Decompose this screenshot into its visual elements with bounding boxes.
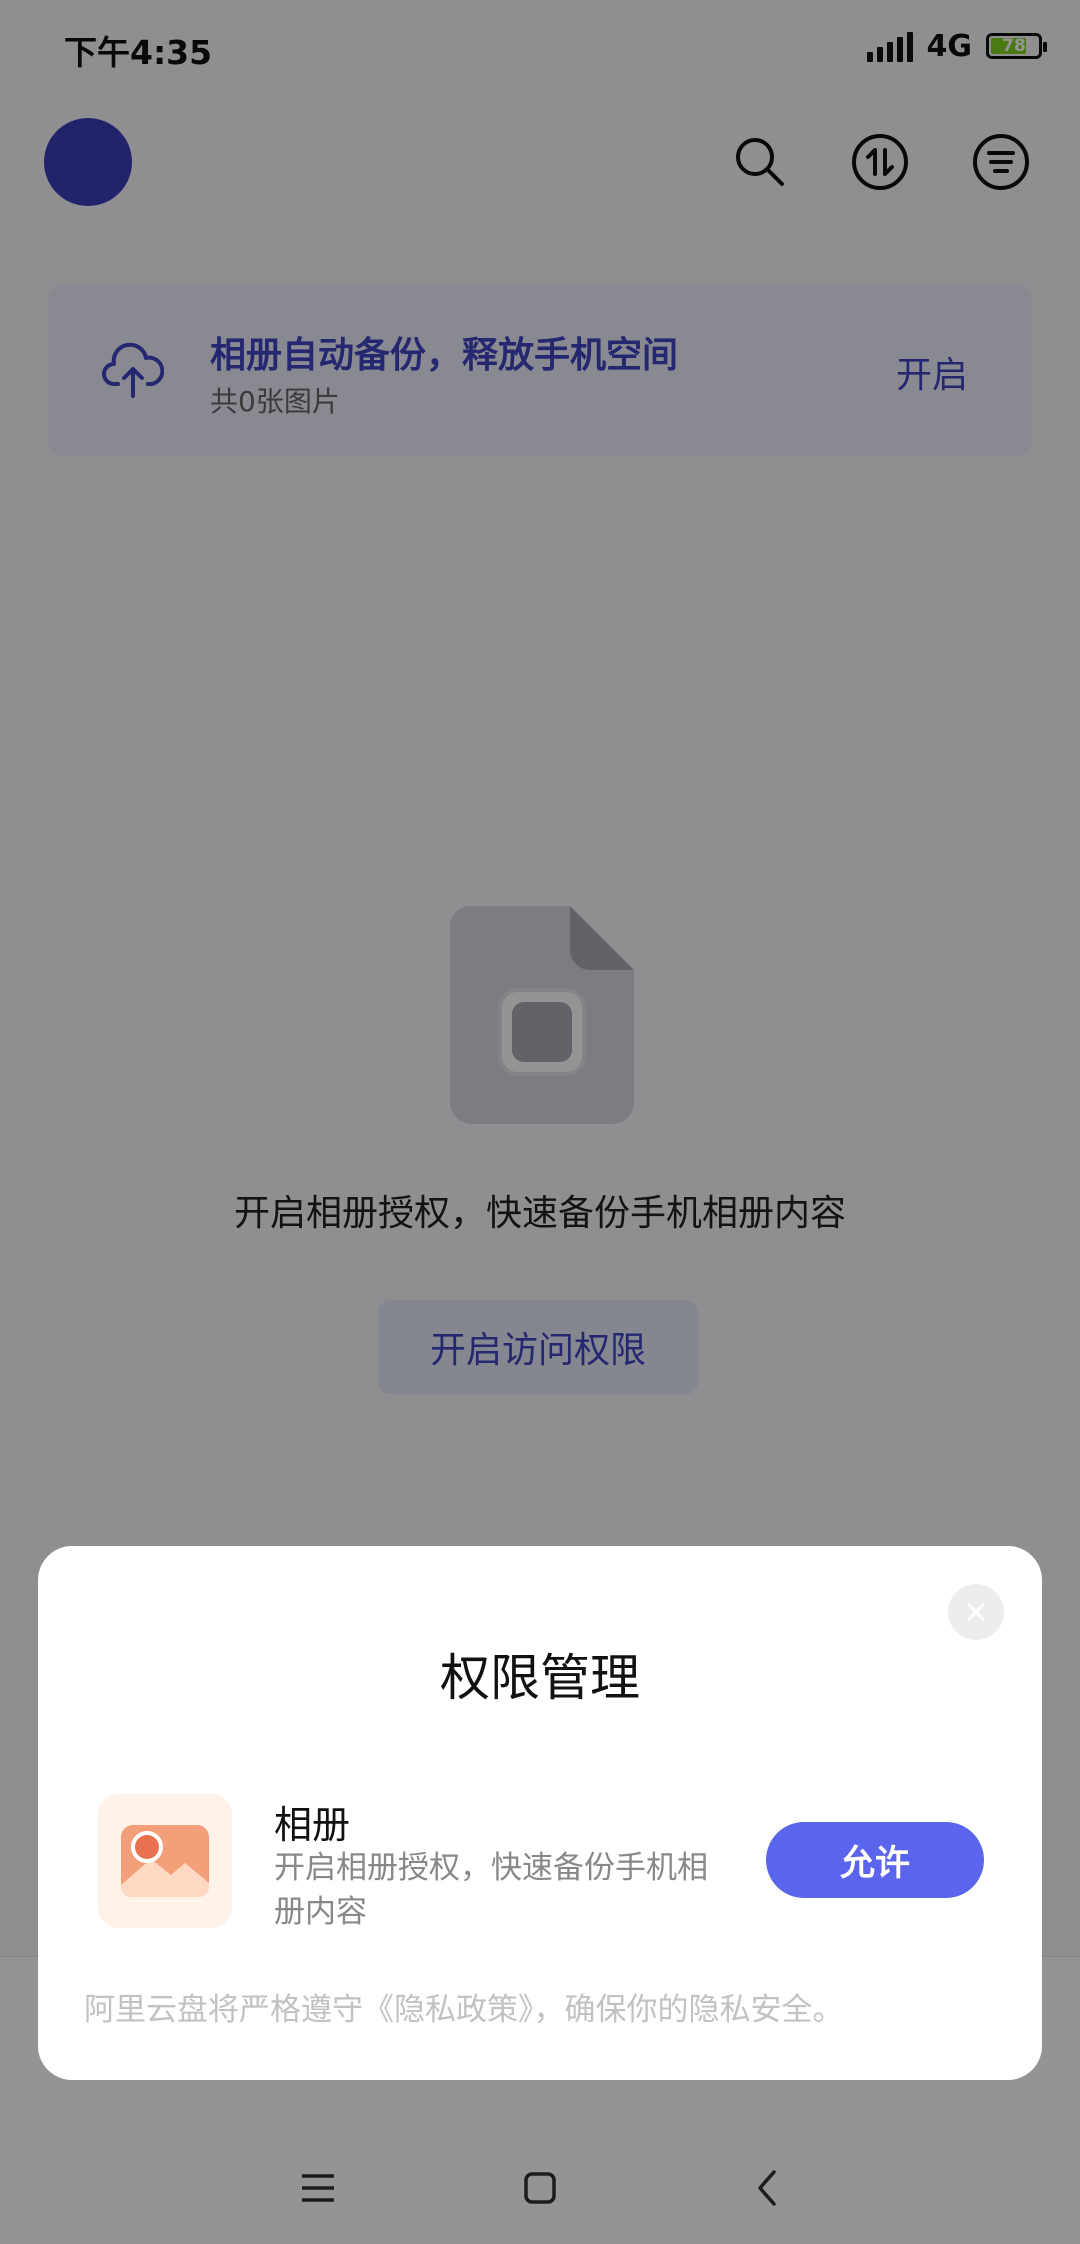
permission-description: 开启相册授权，快速备份手机相册内容 — [274, 1850, 708, 1930]
privacy-note: 阿里云盘将严格遵守《隐私政策》，确保你的隐私安全。 — [84, 1992, 844, 2028]
dialog-title: 权限管理 — [440, 1649, 640, 1707]
photo-icon — [98, 1794, 232, 1928]
permission-dialog: 权限管理 相册 开启相册授权，快速备份手机相册内容 允许 阿里云盘将严格遵守《隐… — [38, 1546, 1042, 2080]
close-icon[interactable] — [948, 1584, 1004, 1640]
allow-button[interactable]: 允许 — [766, 1822, 984, 1898]
permission-name: 相册 — [274, 1803, 351, 1847]
